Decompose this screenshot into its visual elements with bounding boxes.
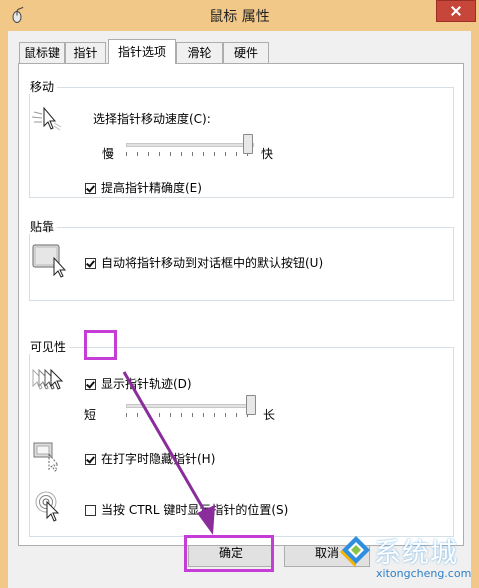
dialog-client-area: 鼠标键 指针 指针选项 滑轮 硬件 移动 选择指针移动速度(C): 慢 快 提高… — [8, 31, 471, 588]
trail-length-slider-thumb[interactable] — [246, 395, 257, 415]
slow-label: 慢 — [102, 147, 115, 161]
hide-while-typing-checkbox[interactable] — [85, 454, 96, 465]
show-location-ctrl-checkbox[interactable] — [85, 505, 96, 516]
watermark-name: 系统城 — [374, 538, 458, 569]
snap-to-default-checkbox[interactable] — [85, 258, 96, 269]
speed-label: 选择指针移动速度(C): — [93, 112, 211, 126]
motion-group-title: 移动 — [27, 80, 58, 94]
hide-while-typing-label: 在打字时隐藏指针(H) — [101, 452, 216, 466]
visibility-group-title: 可见性 — [27, 340, 70, 354]
long-label: 长 — [263, 408, 276, 422]
ok-highlight-box — [184, 535, 274, 572]
tab-pointers[interactable]: 指针 — [65, 42, 106, 63]
short-label: 短 — [84, 408, 97, 422]
pointer-trails-checkbox[interactable] — [85, 379, 96, 390]
tab-hardware[interactable]: 硬件 — [223, 42, 269, 63]
fast-label: 快 — [261, 147, 274, 161]
window-title: 鼠标 属性 — [209, 9, 270, 25]
trails-highlight-box — [84, 330, 117, 360]
watermark-logo-icon — [340, 536, 370, 568]
ctrl-locate-icon — [35, 491, 60, 522]
trail-length-slider-ticks — [126, 413, 254, 417]
speed-slider-track[interactable] — [126, 143, 254, 147]
watermark: 系统城 xitongcheng.com — [334, 528, 479, 588]
motion-group: 移动 选择指针移动速度(C): 慢 快 提高指针精确度(E) — [27, 80, 454, 198]
snap-to-default-label: 自动将指针移动到对话框中的默认按钮(U) — [101, 256, 324, 270]
snap-to-group-title: 贴靠 — [27, 220, 58, 234]
speed-slider-thumb[interactable] — [242, 134, 253, 154]
hide-pointer-icon — [33, 442, 60, 472]
pointer-trails-icon — [32, 368, 64, 390]
tab-pointer-options[interactable]: 指针选项 — [108, 39, 176, 64]
tab-buttons[interactable]: 鼠标键 — [19, 42, 65, 63]
title-bar[interactable]: 鼠标 属性 — [0, 0, 479, 30]
watermark-url: xitongcheng.com — [376, 567, 472, 580]
pointer-speed-icon — [32, 106, 62, 131]
pointer-trails-label: 显示指针轨迹(D) — [101, 377, 192, 391]
visibility-group: 可见性 显示指针轨迹(D) 短 长 在打字时隐藏指针(H) 当按 CTRL 键时… — [27, 340, 454, 537]
mouse-properties-window: 鼠标 属性 鼠标键 指针 指针选项 滑轮 硬件 移动 选择指针移动速度(C): … — [0, 0, 479, 588]
close-button[interactable] — [436, 0, 476, 22]
trail-length-slider-track[interactable] — [126, 404, 254, 408]
pointer-options-panel: 移动 选择指针移动速度(C): 慢 快 提高指针精确度(E) 贴靠 自动将指针移… — [18, 63, 464, 546]
snap-to-group: 贴靠 自动将指针移动到对话框中的默认按钮(U) — [27, 220, 454, 301]
tab-wheel[interactable]: 滑轮 — [176, 42, 223, 63]
enhance-precision-label: 提高指针精确度(E) — [101, 181, 202, 195]
speed-slider-ticks — [126, 152, 254, 156]
snap-to-button-icon — [32, 244, 67, 278]
enhance-precision-checkbox[interactable] — [85, 183, 96, 194]
show-location-ctrl-label: 当按 CTRL 键时显示指针的位置(S) — [101, 503, 289, 517]
